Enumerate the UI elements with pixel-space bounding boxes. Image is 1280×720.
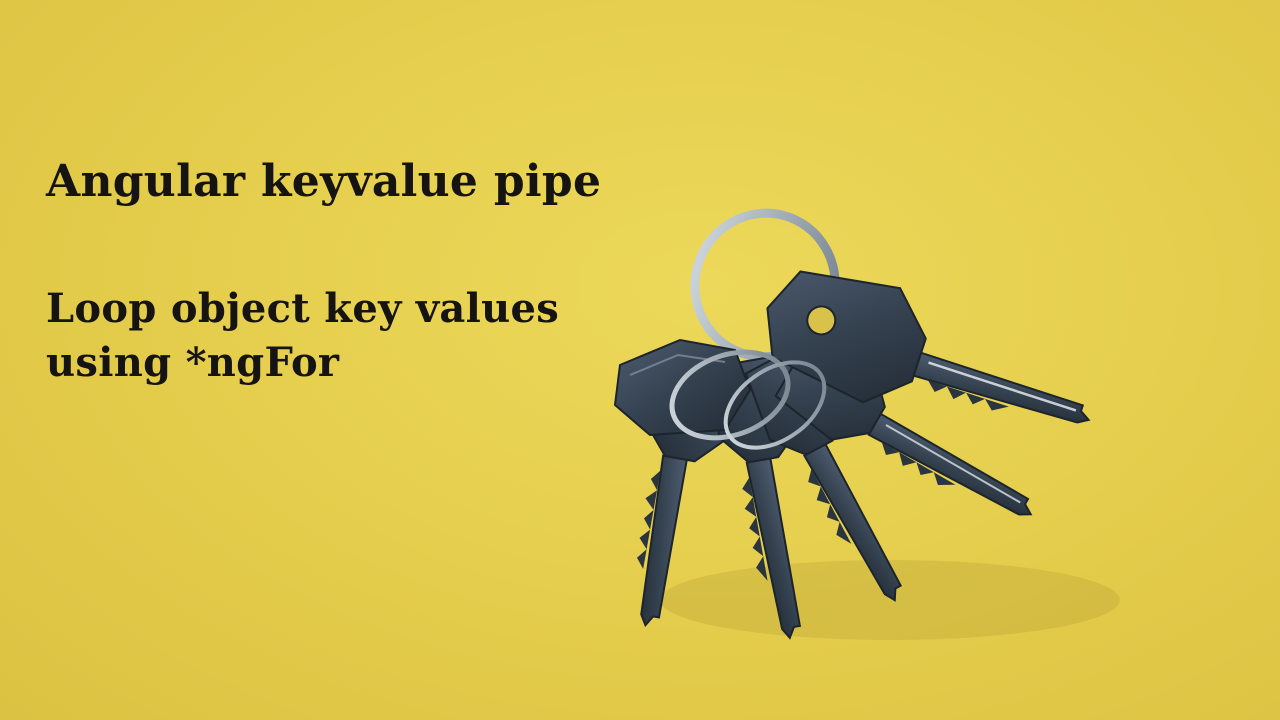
subtitle-line-1: Loop object key values [46,285,560,332]
subtitle-line-2: using *ngFor [46,339,340,386]
page-subtitle: Loop object key values using *ngFor [46,282,559,390]
keyring-with-keys-icon [613,208,1120,640]
page-title: Angular keyvalue pipe [46,156,602,207]
